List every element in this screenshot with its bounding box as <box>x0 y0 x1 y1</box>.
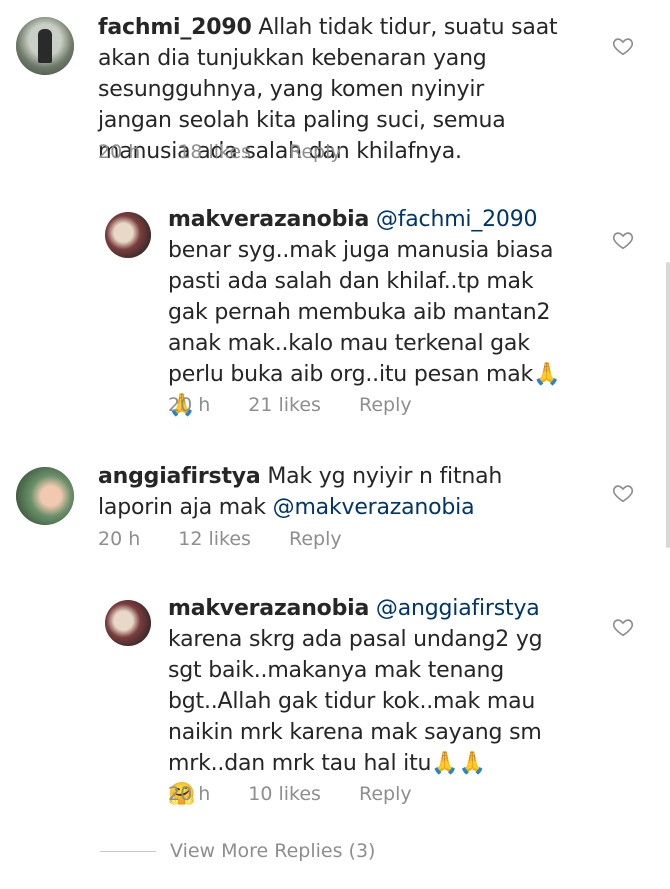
likes-count[interactable]: 18 likes <box>178 141 251 163</box>
timestamp: 20 h <box>98 141 141 163</box>
comment-meta: 20 h 10 likes Reply <box>168 783 450 805</box>
reply-button[interactable]: Reply <box>289 141 342 163</box>
avatar[interactable] <box>16 17 74 75</box>
likes-count[interactable]: 21 likes <box>248 394 321 416</box>
comment-text: anggiafirstya Mak yg nyiyir n fitnah lap… <box>98 464 503 520</box>
reply-button[interactable]: Reply <box>289 528 342 550</box>
heart-outline-icon[interactable] <box>612 616 634 638</box>
heart-outline-icon[interactable] <box>612 35 634 57</box>
timestamp: 20 h <box>168 394 211 416</box>
heart-outline-icon[interactable] <box>612 229 634 251</box>
comment-text: makverazanobia @fachmi_2090 benar syg..m… <box>168 207 561 418</box>
comment-meta: 20 h 12 likes Reply <box>98 528 380 550</box>
mention-link[interactable]: @anggiafirstya <box>376 596 540 621</box>
mention-link[interactable]: @makverazanobia <box>273 495 475 520</box>
likes-count[interactable]: 10 likes <box>248 783 321 805</box>
username[interactable]: fachmi_2090 <box>98 15 252 40</box>
username[interactable]: makverazanobia <box>168 596 369 621</box>
likes-count[interactable]: 12 likes <box>178 528 251 550</box>
emoji: 🙏🙏 <box>431 751 486 776</box>
view-more-label[interactable]: View More Replies (3) <box>170 840 375 862</box>
comment-meta: 20 h 21 likes Reply <box>168 394 450 416</box>
avatar[interactable] <box>16 467 74 525</box>
view-more-replies[interactable]: View More Replies (3) <box>100 840 375 862</box>
scrollbar[interactable] <box>666 262 670 548</box>
reply-button[interactable]: Reply <box>359 394 412 416</box>
avatar[interactable] <box>105 600 151 646</box>
avatar[interactable] <box>105 212 151 258</box>
divider-line <box>100 850 156 852</box>
username[interactable]: makverazanobia <box>168 207 369 232</box>
timestamp: 20 h <box>168 783 211 805</box>
timestamp: 20 h <box>98 528 141 550</box>
reply-button[interactable]: Reply <box>359 783 412 805</box>
username[interactable]: anggiafirstya <box>98 464 261 489</box>
comment-meta: 20 h 18 likes Reply <box>98 141 380 163</box>
mention-link[interactable]: @fachmi_2090 <box>376 207 538 232</box>
heart-outline-icon[interactable] <box>612 482 634 504</box>
comment-text: makverazanobia @anggiafirstya karena skr… <box>168 596 543 807</box>
